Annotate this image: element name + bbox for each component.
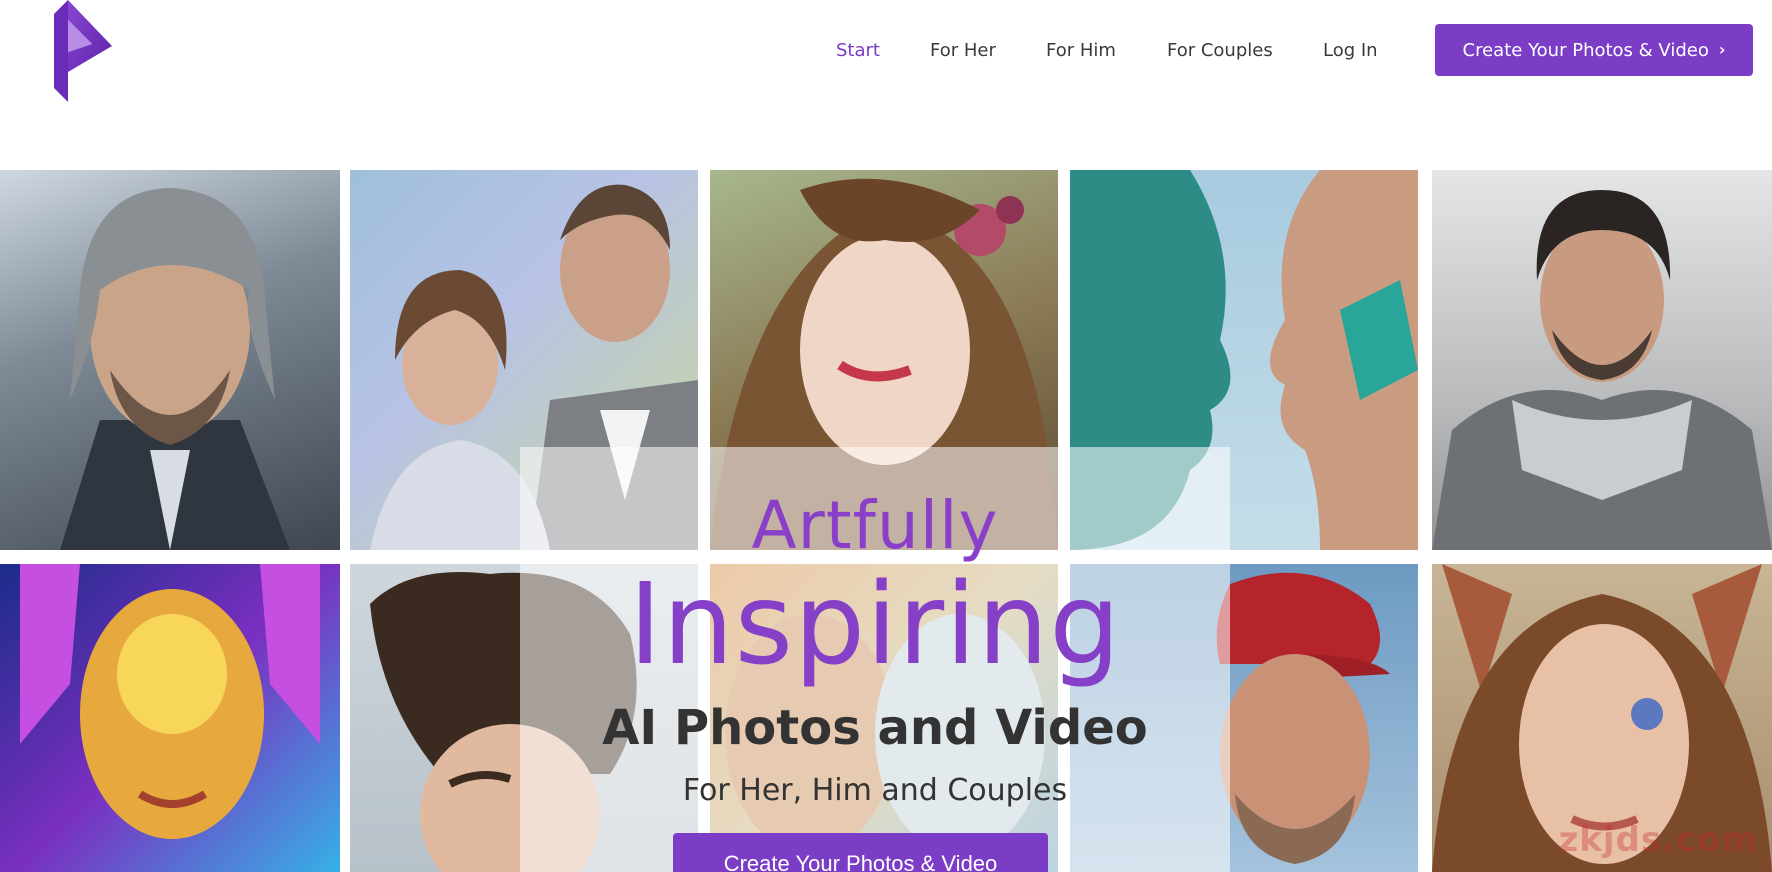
create-photos-hero-button[interactable]: Create Your Photos & Video [673,833,1048,872]
site-header: Start For Her For Him For Couples Log In… [0,0,1772,120]
hero-line-artfully: Artfully [751,487,999,564]
tile-armored-hero [1432,170,1772,550]
create-photos-header-label: Create Your Photos & Video [1462,39,1709,61]
watermark: zkjds.com [1558,820,1758,860]
nav-for-her[interactable]: For Her [930,40,996,61]
hero-line-inspiring: Inspiring [628,560,1122,690]
nav-start[interactable]: Start [836,40,880,61]
create-photos-header-button[interactable]: Create Your Photos & Video › [1435,24,1753,76]
create-photos-hero-label: Create Your Photos & Video [723,851,998,872]
hero-title: AI Photos and Video [602,700,1148,756]
p-logo-icon[interactable] [52,0,112,102]
tile-cosmic-woman [0,564,340,872]
nav-for-him[interactable]: For Him [1046,40,1116,61]
hero-subtitle: For Her, Him and Couples [682,773,1068,808]
chevron-right-icon: › [1718,39,1726,59]
nav-for-couples[interactable]: For Couples [1167,40,1273,61]
tile-warrior-man [0,170,340,550]
nav-log-in[interactable]: Log In [1323,40,1378,61]
